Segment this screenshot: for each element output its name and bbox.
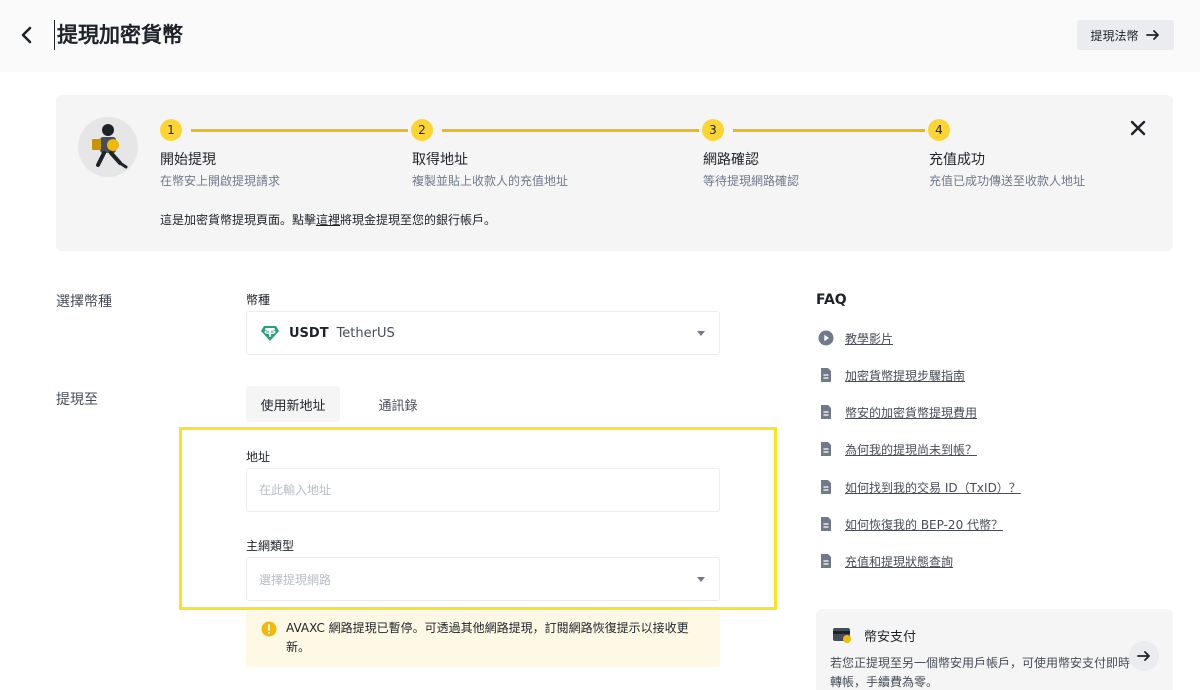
- binance-pay-card[interactable]: 幣安支付 若您正提現至另一個幣安用戶帳戶，可使用幣安支付即時轉帳，手續費為零。: [816, 609, 1173, 690]
- coin-name: TetherUS: [336, 325, 395, 341]
- network-select-placeholder: 選擇提現網路: [259, 573, 332, 587]
- binance-pay-description: 若您正提現至另一個幣安用戶帳戶，可使用幣安支付即時轉帳，手續費為零。: [830, 656, 1131, 689]
- step-connector: [191, 129, 408, 132]
- fiat-withdraw-link[interactable]: 這裡: [316, 213, 340, 227]
- withdraw-to-section-label: 提現至: [56, 392, 98, 408]
- withdraw-fiat-button[interactable]: 提現法幣: [1077, 20, 1174, 50]
- network-warning: AVAXC 網路提現已暫停。可透過其他網路提現，訂閱網路恢復提示以接收更新。: [246, 611, 720, 667]
- step-connector: [733, 129, 925, 132]
- page-title: 提現加密貨幣: [54, 20, 183, 50]
- faq-item[interactable]: 為何我的提現尚未到帳？: [818, 440, 977, 458]
- faq-item[interactable]: 充值和提現狀態查詢: [818, 552, 953, 570]
- coin-select[interactable]: USDT TetherUS: [246, 311, 720, 355]
- faq-item-label: 為何我的提現尚未到帳？: [845, 442, 978, 457]
- arrow-right-icon: [1137, 651, 1150, 661]
- document-icon: [821, 442, 831, 456]
- chevron-down-icon: [697, 577, 705, 582]
- select-coin-section-label: 選擇幣種: [56, 294, 112, 310]
- guide-illustration: [78, 117, 138, 177]
- document-icon: [821, 517, 831, 531]
- network-field-label: 主網類型: [246, 539, 295, 553]
- address-input[interactable]: [247, 469, 719, 511]
- step-title: 開始提現: [160, 152, 216, 168]
- page-header: 提現加密貨幣 提現法幣: [0, 0, 1200, 72]
- withdraw-fiat-label: 提現法幣: [1090, 28, 1139, 43]
- coin-symbol: USDT: [289, 325, 329, 341]
- faq-item-label: 充值和提現狀態查詢: [845, 554, 954, 569]
- faq-item[interactable]: 加密貨幣提現步驟指南: [818, 366, 965, 384]
- step-description: 複製並貼上收款人的充值地址: [412, 174, 569, 188]
- faq-item[interactable]: 教學影片: [818, 329, 893, 347]
- step-number: 1: [160, 119, 182, 141]
- document-icon: [821, 554, 831, 568]
- step-connector: [442, 129, 699, 132]
- step-number: 4: [928, 119, 950, 141]
- faq-title: FAQ: [816, 292, 847, 308]
- warning-icon: [261, 621, 277, 637]
- back-arrow-icon[interactable]: [14, 22, 40, 48]
- faq-item-label: 幣安的加密貨幣提現費用: [845, 405, 978, 420]
- tab-new-address[interactable]: 使用新地址: [246, 386, 340, 422]
- faq-item-label: 教學影片: [845, 331, 894, 346]
- network-warning-text: AVAXC 網路提現已暫停。可透過其他網路提現，訂閱網路恢復提示以接收更新。: [286, 621, 689, 654]
- binance-pay-arrow-button[interactable]: [1129, 641, 1159, 671]
- faq-item-label: 加密貨幣提現步驟指南: [845, 368, 966, 383]
- close-icon[interactable]: [1127, 117, 1149, 139]
- guide-note-text: 這是加密貨幣提現頁面。點擊: [160, 213, 317, 227]
- faq-item-label: 如何找到我的交易 ID（TxID）？: [845, 480, 1021, 495]
- document-icon: [821, 368, 831, 382]
- step-title: 取得地址: [412, 152, 468, 168]
- arrow-right-icon: [1145, 30, 1159, 40]
- step-number: 3: [702, 119, 724, 141]
- play-icon: [818, 330, 834, 346]
- address-field[interactable]: [246, 468, 720, 512]
- tether-icon: [261, 326, 279, 341]
- binance-pay-title: 幣安支付: [864, 630, 917, 645]
- faq-item[interactable]: 如何找到我的交易 ID（TxID）？: [818, 478, 1021, 496]
- document-icon: [821, 480, 831, 494]
- guide-note: 這是加密貨幣提現頁面。點擊這裡將現金提現至您的銀行帳戶。: [160, 211, 496, 228]
- withdraw-guide-panel: 1 2 3 4 開始提現 取得地址 網路確認 充值成功 在幣安上開啟提現請求 複…: [56, 95, 1173, 251]
- network-select[interactable]: 選擇提現網路: [246, 557, 720, 601]
- chevron-down-icon: [697, 331, 705, 336]
- step-title: 網路確認: [703, 152, 759, 168]
- faq-item-label: 如何恢復我的 BEP-20 代幣？: [845, 517, 1004, 532]
- step-number: 2: [411, 119, 433, 141]
- address-field-label: 地址: [246, 450, 271, 464]
- step-description: 充值已成功傳送至收款人地址: [929, 174, 1086, 188]
- coin-field-label: 幣種: [246, 293, 271, 307]
- tab-address-book[interactable]: 通訊錄: [360, 386, 436, 422]
- guide-note-text-end: 將現金提現至您的銀行帳戶。: [340, 213, 497, 227]
- step-title: 充值成功: [929, 152, 985, 168]
- faq-item[interactable]: 幣安的加密貨幣提現費用: [818, 403, 977, 421]
- pay-card-icon: [833, 628, 851, 643]
- faq-item[interactable]: 如何恢復我的 BEP-20 代幣？: [818, 515, 1003, 533]
- document-icon: [821, 405, 831, 419]
- step-description: 在幣安上開啟提現請求: [160, 174, 281, 188]
- step-description: 等待提現網路確認: [703, 174, 800, 188]
